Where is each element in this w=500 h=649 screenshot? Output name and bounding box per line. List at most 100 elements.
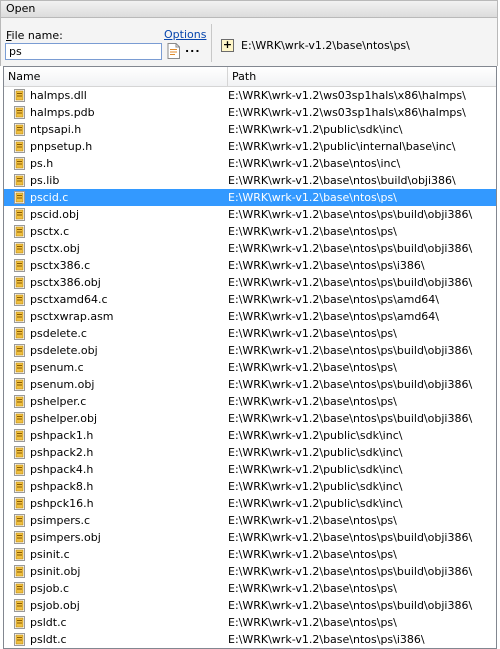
list-item[interactable]: pnpsetup.h E:\WRK\wrk-v1.2\public\interna… xyxy=(4,138,496,155)
file-path: E:\WRK\wrk-v1.2\base\ntos\ps\amd64\ xyxy=(228,310,440,323)
list-item[interactable]: psinit.obj E:\WRK\wrk-v1.2\base\ntos\ps\b… xyxy=(4,563,496,580)
file-icon xyxy=(14,446,25,459)
file-path: E:\WRK\wrk-v1.2\public\sdk\inc\ xyxy=(228,429,403,442)
file-name: pshpack2.h xyxy=(30,446,94,459)
list-item[interactable]: psimpers.c E:\WRK\wrk-v1.2\base\ntos\ps\ xyxy=(4,512,496,529)
file-name: psenum.c xyxy=(30,361,84,374)
file-icon xyxy=(14,259,25,272)
file-path: E:\WRK\wrk-v1.2\base\ntos\ps\ xyxy=(228,514,397,527)
list-item[interactable]: psinit.c E:\WRK\wrk-v1.2\base\ntos\ps\ xyxy=(4,546,496,563)
file-path: E:\WRK\wrk-v1.2\base\ntos\ps\ xyxy=(228,582,397,595)
file-name: pshpack4.h xyxy=(30,463,94,476)
file-name: halmps.dll xyxy=(30,89,87,102)
file-name-input[interactable] xyxy=(5,43,162,60)
file-name: pscid.obj xyxy=(30,208,80,221)
list-item[interactable]: psdelete.obj E:\WRK\wrk-v1.2\base\ntos\ps… xyxy=(4,342,496,359)
list-item[interactable]: pshpck16.h E:\WRK\wrk-v1.2\public\sdk\inc… xyxy=(4,495,496,512)
list-item[interactable]: pshpack1.h E:\WRK\wrk-v1.2\public\sdk\inc… xyxy=(4,427,496,444)
list-item[interactable]: psjob.obj E:\WRK\wrk-v1.2\base\ntos\ps\bu… xyxy=(4,597,496,614)
file-icon xyxy=(14,565,25,578)
file-path: E:\WRK\wrk-v1.2\base\ntos\ps\ xyxy=(228,327,397,340)
list-item[interactable]: psctx.c E:\WRK\wrk-v1.2\base\ntos\ps\ xyxy=(4,223,496,240)
list-item[interactable]: psctx.obj E:\WRK\wrk-v1.2\base\ntos\ps\bu… xyxy=(4,240,496,257)
file-icon xyxy=(14,327,25,340)
list-header: Name Path xyxy=(4,67,496,87)
list-item[interactable]: psctx386.c E:\WRK\wrk-v1.2\base\ntos\ps\i… xyxy=(4,257,496,274)
file-path: E:\WRK\wrk-v1.2\ws03sp1hals\x86\halmps\ xyxy=(228,106,466,119)
file-path: E:\WRK\wrk-v1.2\base\ntos\ps\build\obji3… xyxy=(228,378,473,391)
file-name: halmps.pdb xyxy=(30,106,95,119)
file-path: E:\WRK\wrk-v1.2\base\ntos\ps\build\obji3… xyxy=(228,531,473,544)
list-item[interactable]: pscid.c E:\WRK\wrk-v1.2\base\ntos\ps\ xyxy=(4,189,496,206)
list-item[interactable]: psldt.c E:\WRK\wrk-v1.2\base\ntos\ps\i386… xyxy=(4,631,496,648)
list-item[interactable]: halmps.pdb E:\WRK\wrk-v1.2\ws03sp1hals\x8… xyxy=(4,104,496,121)
file-path: E:\WRK\wrk-v1.2\base\ntos\ps\build\obji3… xyxy=(228,276,473,289)
list-item[interactable]: psldt.c E:\WRK\wrk-v1.2\base\ntos\ps\ xyxy=(4,614,496,631)
file-path: E:\WRK\wrk-v1.2\ws03sp1hals\x86\halmps\ xyxy=(228,89,466,102)
file-path: E:\WRK\wrk-v1.2\public\sdk\inc\ xyxy=(228,480,403,493)
list-item[interactable]: pshpack2.h E:\WRK\wrk-v1.2\public\sdk\inc… xyxy=(4,444,496,461)
file-name: psctx386.obj xyxy=(30,276,101,289)
list-item[interactable]: ntpsapi.h E:\WRK\wrk-v1.2\public\sdk\inc\ xyxy=(4,121,496,138)
file-icon xyxy=(14,276,25,289)
file-path: E:\WRK\wrk-v1.2\public\internal\base\inc… xyxy=(228,140,456,153)
dialog-title-bar: Open xyxy=(0,0,498,18)
list-item[interactable]: ps.lib E:\WRK\wrk-v1.2\base\ntos\build\ob… xyxy=(4,172,496,189)
file-icon xyxy=(14,293,25,306)
file-path: E:\WRK\wrk-v1.2\base\ntos\ps\build\obji3… xyxy=(228,565,473,578)
file-name: pnpsetup.h xyxy=(30,140,93,153)
list-item[interactable]: pshpack8.h E:\WRK\wrk-v1.2\public\sdk\inc… xyxy=(4,478,496,495)
list-item[interactable]: psctx386.obj E:\WRK\wrk-v1.2\base\ntos\ps… xyxy=(4,274,496,291)
browse-file-icon[interactable] xyxy=(167,43,180,59)
list-item[interactable]: halmps.dll E:\WRK\wrk-v1.2\ws03sp1hals\x8… xyxy=(4,87,496,104)
file-name-pane: File name: Options ... + E:\WRK\wrk-v1.2… xyxy=(0,18,498,66)
file-path: E:\WRK\wrk-v1.2\base\ntos\ps\build\obji3… xyxy=(228,208,473,221)
file-icon xyxy=(14,616,25,629)
list-item[interactable]: psenum.obj E:\WRK\wrk-v1.2\base\ntos\ps\b… xyxy=(4,376,496,393)
more-button[interactable]: ... xyxy=(185,42,201,55)
file-path: E:\WRK\wrk-v1.2\base\ntos\ps\i386\ xyxy=(228,259,425,272)
file-path: E:\WRK\wrk-v1.2\public\sdk\inc\ xyxy=(228,463,403,476)
list-body: halmps.dll E:\WRK\wrk-v1.2\ws03sp1hals\x8… xyxy=(4,87,496,648)
file-icon xyxy=(14,463,25,476)
file-name: psldt.c xyxy=(30,633,67,646)
file-name: psinit.c xyxy=(30,548,70,561)
file-path: E:\WRK\wrk-v1.2\base\ntos\ps\amd64\ xyxy=(228,293,440,306)
options-link[interactable]: Options xyxy=(164,28,206,41)
list-item[interactable]: psctxamd64.c E:\WRK\wrk-v1.2\base\ntos\ps… xyxy=(4,291,496,308)
file-name: psjob.obj xyxy=(30,599,80,612)
file-icon xyxy=(14,480,25,493)
list-item[interactable]: pshelper.obj E:\WRK\wrk-v1.2\base\ntos\ps… xyxy=(4,410,496,427)
file-name: ntpsapi.h xyxy=(30,123,82,136)
column-header-path[interactable]: Path xyxy=(228,67,496,86)
list-item[interactable]: psjob.c E:\WRK\wrk-v1.2\base\ntos\ps\ xyxy=(4,580,496,597)
file-name: pshpack8.h xyxy=(30,480,94,493)
expand-icon[interactable]: + xyxy=(221,39,234,52)
column-header-name[interactable]: Name xyxy=(4,67,228,86)
file-path: E:\WRK\wrk-v1.2\base\ntos\inc\ xyxy=(228,157,401,170)
file-icon xyxy=(14,344,25,357)
file-icon xyxy=(14,514,25,527)
toolbar-divider xyxy=(211,24,212,62)
file-name: psenum.obj xyxy=(30,378,95,391)
list-item[interactable]: ps.h E:\WRK\wrk-v1.2\base\ntos\inc\ xyxy=(4,155,496,172)
file-icon xyxy=(14,599,25,612)
file-icon xyxy=(14,157,25,170)
list-item[interactable]: pshpack4.h E:\WRK\wrk-v1.2\public\sdk\inc… xyxy=(4,461,496,478)
list-item[interactable]: psenum.c E:\WRK\wrk-v1.2\base\ntos\ps\ xyxy=(4,359,496,376)
list-item[interactable]: psdelete.c E:\WRK\wrk-v1.2\base\ntos\ps\ xyxy=(4,325,496,342)
file-icon xyxy=(14,497,25,510)
list-item[interactable]: pshelper.c E:\WRK\wrk-v1.2\base\ntos\ps\ xyxy=(4,393,496,410)
file-path: E:\WRK\wrk-v1.2\base\ntos\ps\ xyxy=(228,548,397,561)
list-item[interactable]: psctxwrap.asm E:\WRK\wrk-v1.2\base\ntos\p… xyxy=(4,308,496,325)
list-item[interactable]: psimpers.obj E:\WRK\wrk-v1.2\base\ntos\ps… xyxy=(4,529,496,546)
file-icon xyxy=(14,242,25,255)
file-name: pshpack1.h xyxy=(30,429,94,442)
file-name: psdelete.c xyxy=(30,327,87,340)
dialog-title: Open xyxy=(6,2,36,15)
file-path: E:\WRK\wrk-v1.2\base\ntos\ps\ xyxy=(228,191,397,204)
file-path: E:\WRK\wrk-v1.2\base\ntos\ps\i386\ xyxy=(228,633,425,646)
file-path: E:\WRK\wrk-v1.2\base\ntos\ps\build\obji3… xyxy=(228,412,473,425)
list-item[interactable]: pscid.obj E:\WRK\wrk-v1.2\base\ntos\ps\bu… xyxy=(4,206,496,223)
file-name: psctx386.c xyxy=(30,259,91,272)
